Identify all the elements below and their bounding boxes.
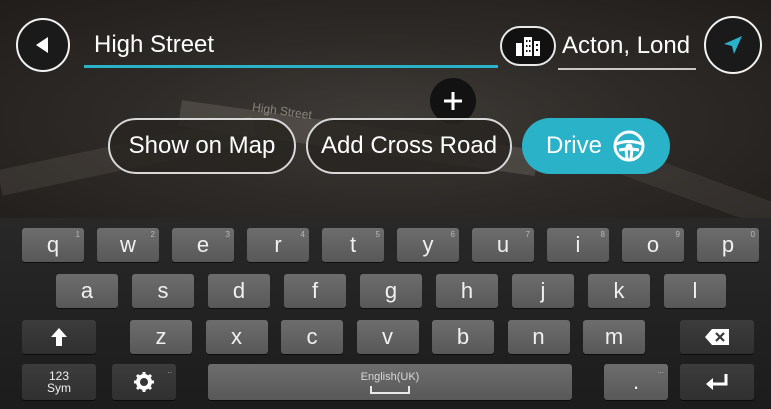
key-label: u <box>496 232 510 257</box>
key-label: i <box>575 232 581 257</box>
key-hint: 5 <box>375 230 380 239</box>
key-label: h <box>460 278 474 303</box>
shift-arrow-icon <box>51 328 67 346</box>
add-cross-road-button[interactable]: Add Cross Road <box>306 118 512 174</box>
key-label: m <box>604 324 624 349</box>
key-d[interactable]: d <box>208 274 270 308</box>
show-on-map-label: Show on Map <box>128 132 276 159</box>
key-label: z <box>155 324 167 349</box>
key-l[interactable]: l <box>664 274 726 308</box>
enter-key[interactable] <box>680 364 754 400</box>
key-hint: 0 <box>750 230 755 239</box>
location-arrow-icon <box>724 36 742 54</box>
key-e[interactable]: e3 <box>172 228 234 262</box>
key-label: n <box>532 324 545 349</box>
key-label: c <box>306 324 318 349</box>
key-label: j <box>540 278 546 303</box>
map-background[interactable]: High Street High Street Acton, Lond Show… <box>0 0 771 220</box>
steering-wheel-icon <box>613 130 645 162</box>
backspace-icon <box>705 329 729 345</box>
symbols-key-bottom-label: Sym <box>47 381 71 395</box>
period-key[interactable]: . ... <box>604 364 668 400</box>
key-a[interactable]: a <box>56 274 118 308</box>
key-g[interactable]: g <box>360 274 422 308</box>
key-label: k <box>613 278 625 303</box>
space-key[interactable]: English(UK) <box>208 364 572 400</box>
key-p[interactable]: p0 <box>697 228 759 262</box>
backspace-key[interactable] <box>680 320 754 354</box>
key-hint: 7 <box>525 230 530 239</box>
key-t[interactable]: t5 <box>322 228 384 262</box>
show-on-map-button[interactable]: Show on Map <box>108 118 296 174</box>
street-search-input[interactable] <box>84 24 498 68</box>
key-label: s <box>157 278 169 303</box>
shift-key[interactable] <box>22 320 96 354</box>
key-z[interactable]: z <box>130 320 192 354</box>
key-r[interactable]: r4 <box>247 228 309 262</box>
key-label: v <box>382 324 393 349</box>
key-label: q <box>46 232 60 257</box>
space-key-language-label: English(UK) <box>360 370 420 383</box>
drive-button[interactable]: Drive <box>522 118 670 174</box>
back-arrow-icon <box>36 37 48 53</box>
key-hint: 1 <box>75 230 80 239</box>
key-w[interactable]: w2 <box>97 228 159 262</box>
add-cross-road-label: Add Cross Road <box>320 132 498 159</box>
key-y[interactable]: y6 <box>397 228 459 262</box>
key-c[interactable]: c <box>281 320 343 354</box>
key-o[interactable]: o9 <box>622 228 684 262</box>
key-label: y <box>422 232 434 257</box>
key-u[interactable]: u7 <box>472 228 534 262</box>
city-buildings-icon <box>516 37 540 56</box>
key-label: p <box>721 232 735 257</box>
key-label: x <box>231 324 242 349</box>
key-v[interactable]: v <box>356 320 419 354</box>
key-m[interactable]: m <box>583 320 645 354</box>
key-label: e <box>196 232 210 257</box>
period-key-hint: ... <box>657 366 664 375</box>
key-hint: 4 <box>300 230 305 239</box>
key-i[interactable]: i8 <box>547 228 609 262</box>
key-h[interactable]: h <box>436 274 498 308</box>
key-label: o <box>646 232 660 257</box>
navigation-screen: High Street High Street Acton, Lond Show… <box>0 0 771 409</box>
key-n[interactable]: n <box>507 320 570 354</box>
key-label: w <box>120 232 136 257</box>
settings-key[interactable]: .. <box>112 364 176 400</box>
space-bar-icon <box>370 385 410 394</box>
key-label: b <box>456 324 470 349</box>
key-f[interactable]: f <box>284 274 346 308</box>
key-label: d <box>232 278 246 303</box>
period-key-label: . <box>632 369 640 394</box>
key-label: g <box>384 278 398 303</box>
key-label: f <box>311 278 319 303</box>
key-q[interactable]: q1 <box>22 228 84 262</box>
city-search-input[interactable] <box>558 24 696 70</box>
key-b[interactable]: b <box>432 320 494 354</box>
on-screen-keyboard: 123 Sym .. English(UK) . ... q 1 w 2 e 3… <box>0 218 771 409</box>
city-select-button[interactable] <box>500 26 556 66</box>
drive-label: Drive <box>545 132 602 159</box>
key-j[interactable]: j <box>512 274 574 308</box>
key-hint: 3 <box>225 230 230 239</box>
back-button[interactable] <box>16 18 70 72</box>
enter-icon <box>706 374 728 390</box>
key-label: r <box>274 232 282 257</box>
key-hint: 8 <box>600 230 605 239</box>
current-location-button[interactable] <box>704 16 762 74</box>
gear-icon <box>134 372 154 392</box>
key-hint: 9 <box>675 230 680 239</box>
plus-icon <box>444 92 462 110</box>
key-label: l <box>692 278 698 303</box>
key-label: a <box>80 278 94 303</box>
key-hint: 2 <box>150 230 155 239</box>
key-k[interactable]: k <box>588 274 650 308</box>
key-s[interactable]: s <box>132 274 194 308</box>
settings-key-hint: .. <box>167 366 172 375</box>
symbols-key[interactable]: 123 Sym <box>22 364 96 400</box>
key-x[interactable]: x <box>205 320 268 354</box>
key-label: t <box>349 232 357 257</box>
key-hint: 6 <box>450 230 455 239</box>
